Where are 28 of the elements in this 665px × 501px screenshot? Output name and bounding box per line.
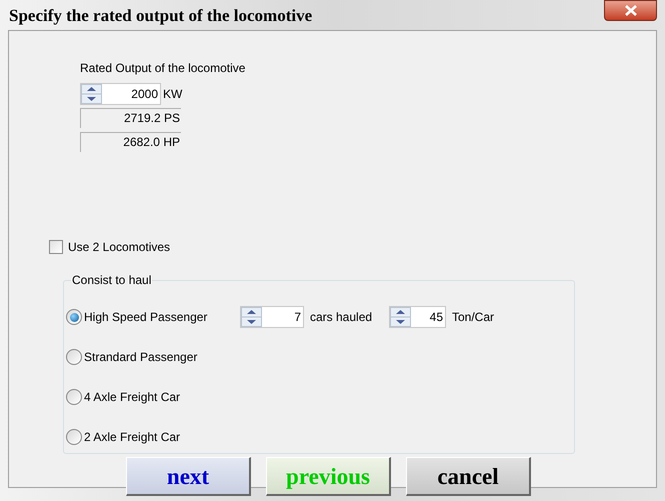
radio-button[interactable] — [66, 349, 82, 365]
radio-label: High Speed Passenger — [84, 309, 208, 326]
checkbox-label: Use 2 Locomotives — [68, 239, 170, 256]
unit-label: KW — [163, 86, 182, 103]
spinner-arrows-icon[interactable] — [241, 307, 262, 327]
weight-spinner[interactable]: 45 — [389, 306, 446, 328]
unit-label: Ton/Car — [452, 309, 494, 326]
radio-button[interactable] — [66, 389, 82, 405]
output-spinner[interactable]: 2000 — [80, 83, 161, 105]
close-button[interactable] — [604, 0, 657, 21]
group-title: Consist to haul — [71, 273, 152, 287]
checkbox[interactable] — [49, 240, 63, 254]
cancel-button[interactable]: cancel — [406, 457, 531, 496]
radio-label: 2 Axle Freight Car — [84, 429, 182, 446]
close-icon — [624, 5, 636, 16]
radio-button[interactable] — [66, 429, 82, 445]
spinner-arrows-icon[interactable] — [81, 84, 102, 104]
window-title: Specify the rated output of the locomotive — [9, 6, 312, 26]
next-button[interactable]: next — [126, 457, 251, 496]
spinner-arrows-icon[interactable] — [390, 307, 411, 327]
unit-label: cars hauled — [310, 309, 374, 326]
converted-output-field: 2719.2 PS — [80, 108, 181, 128]
radio-button[interactable] — [66, 309, 82, 325]
radio-label: Strandard Passenger — [84, 349, 198, 366]
output-label: Rated Output of the locomotive — [80, 60, 246, 76]
cars-spinner[interactable]: 7 — [240, 306, 304, 328]
radio-label: 4 Axle Freight Car — [84, 389, 182, 406]
converted-output-field: 2682.0 HP — [80, 132, 181, 152]
